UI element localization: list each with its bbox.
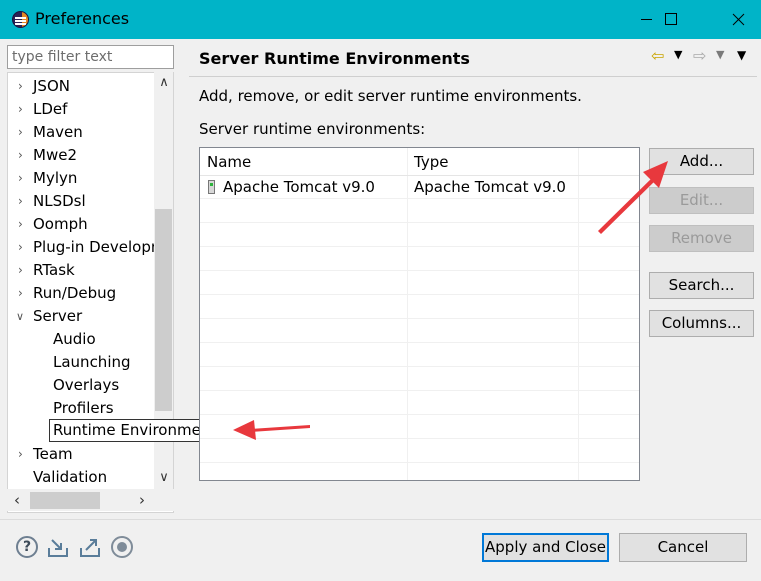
close-button[interactable] [715, 0, 761, 39]
filter-input[interactable] [7, 45, 174, 69]
add-button[interactable]: Add... [649, 148, 754, 175]
server-runtime-icon [208, 180, 215, 194]
search-button[interactable]: Search... [649, 272, 754, 299]
list-label: Server runtime environments: [199, 120, 426, 138]
apply-and-close-button[interactable]: Apply and Close [482, 533, 609, 562]
chevron-right-icon[interactable]: › [18, 190, 26, 213]
chevron-down-icon[interactable]: ∨ [16, 305, 24, 328]
columns-button[interactable]: Columns... [649, 310, 754, 337]
window-title: Preferences [35, 9, 130, 28]
chevron-right-icon[interactable]: › [18, 259, 26, 282]
close-icon [732, 13, 745, 26]
import-icon[interactable] [47, 536, 69, 558]
footer-divider [0, 519, 761, 520]
eclipse-icon [12, 11, 29, 28]
edit-button[interactable]: Edit... [649, 187, 754, 214]
chevron-right-icon[interactable]: › [18, 236, 26, 259]
back-arrow-icon[interactable]: ⇦ [651, 46, 664, 65]
minimize-button[interactable] [624, 0, 670, 39]
column-header-type[interactable]: Type [414, 153, 448, 171]
maximize-button[interactable] [665, 0, 715, 39]
back-menu-icon[interactable]: ▼ [674, 48, 682, 61]
scroll-right-icon[interactable]: › [134, 491, 150, 509]
preference-tree[interactable]: › JSON › LDef › Maven › Mwe2 › Mylyn › N… [7, 72, 174, 513]
chevron-right-icon[interactable]: › [18, 121, 26, 144]
view-menu-icon[interactable]: ▼ [737, 48, 746, 62]
forward-menu-icon[interactable]: ▼ [716, 48, 724, 61]
tree-vertical-scroll-thumb[interactable] [155, 209, 172, 411]
help-icon[interactable]: ? [16, 536, 38, 558]
chevron-right-icon[interactable]: › [18, 98, 26, 121]
page-description: Add, remove, or edit server runtime envi… [199, 87, 582, 105]
scroll-left-icon[interactable]: ‹ [9, 491, 25, 509]
record-icon[interactable] [111, 536, 133, 558]
cancel-button[interactable]: Cancel [619, 533, 747, 562]
table-cell-name[interactable]: Apache Tomcat v9.0 [223, 178, 375, 196]
chevron-right-icon[interactable]: › [18, 443, 26, 466]
chevron-right-icon[interactable]: › [18, 75, 26, 98]
header-divider [189, 76, 757, 77]
chevron-right-icon[interactable]: › [18, 167, 26, 190]
page-title: Server Runtime Environments [199, 49, 470, 68]
forward-arrow-icon[interactable]: ⇨ [693, 46, 706, 65]
remove-button[interactable]: Remove [649, 225, 754, 252]
runtime-table[interactable]: Name Type Apache Tomcat v9.0 Apache Tomc… [199, 147, 640, 481]
column-header-name[interactable]: Name [207, 153, 251, 171]
chevron-right-icon[interactable]: › [18, 144, 26, 167]
chevron-right-icon[interactable]: › [18, 213, 26, 236]
scroll-up-icon[interactable]: ∧ [156, 75, 172, 90]
scroll-down-icon[interactable]: ∨ [156, 470, 172, 485]
title-bar: Preferences [0, 0, 761, 39]
table-cell-type[interactable]: Apache Tomcat v9.0 [414, 178, 566, 196]
tree-horizontal-scroll-thumb[interactable] [30, 492, 100, 509]
chevron-right-icon[interactable]: › [18, 282, 26, 305]
export-icon[interactable] [79, 536, 101, 558]
